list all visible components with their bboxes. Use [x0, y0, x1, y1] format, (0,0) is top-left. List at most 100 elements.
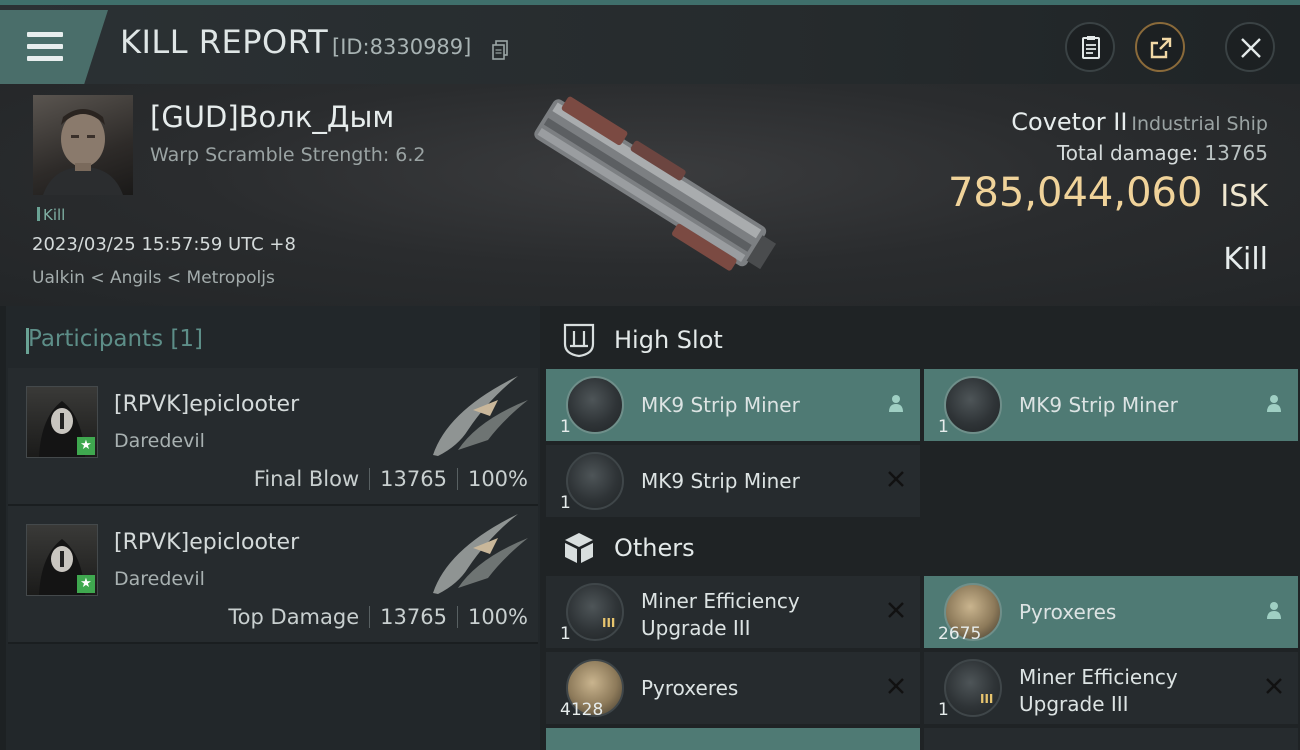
close-icon — [1241, 38, 1261, 58]
item-name: Pyroxeres — [641, 676, 739, 700]
high-slot-title: High Slot — [614, 326, 723, 354]
participant-avatar[interactable]: ★ — [26, 386, 98, 458]
victim-avatar[interactable] — [33, 95, 133, 195]
participant-name[interactable]: [RPVK]epiclooter — [114, 530, 299, 555]
item-name: MK9 Strip Miner — [641, 469, 800, 493]
participant-avatar[interactable]: ★ — [26, 524, 98, 596]
victim-name[interactable]: [GUD]Волк_Дым — [150, 100, 394, 134]
strip-miner-icon — [944, 376, 1002, 434]
report-id: [ID:8330989] — [332, 35, 472, 59]
page-title: KILL REPORT — [120, 23, 329, 61]
participant-percent: 100% — [467, 605, 528, 629]
tech-level-icon: III — [980, 692, 994, 706]
total-damage-label: Total damage: — [1056, 141, 1199, 165]
item-quantity: 1 — [938, 700, 949, 720]
participant-ship-image — [433, 514, 528, 594]
item-name: MK9 Strip Miner — [1019, 393, 1178, 417]
close-button[interactable] — [1225, 22, 1275, 72]
module-item[interactable]: 1 MK9 Strip Miner — [546, 445, 920, 517]
upgrade-module-icon — [944, 659, 1002, 717]
upgrade-module-icon — [566, 583, 624, 641]
item-name: Miner Efficiency Upgrade III — [641, 588, 800, 642]
participant-damage: 13765 — [380, 467, 447, 491]
dropped-person-icon — [1267, 602, 1281, 619]
participants-title-label: Participants [1] — [28, 326, 203, 352]
destroyed-x-icon — [888, 602, 904, 618]
strip-miner-icon — [566, 452, 624, 510]
header-bar: KILL REPORT [ID:8330989] — [0, 0, 1300, 84]
participant-stats: Top Damage 13765 100% — [228, 605, 528, 629]
item-quantity: 1 — [938, 417, 949, 437]
high-slot-icon — [563, 323, 595, 358]
isk-value: 785,044,060 ISK — [948, 170, 1268, 216]
item-name: Pyroxeres — [1019, 600, 1117, 624]
item-name: MK9 Strip Miner — [641, 393, 800, 417]
clipboard-icon — [1082, 36, 1100, 59]
ship-name[interactable]: Covetor II Industrial Ship — [1011, 108, 1268, 136]
dropped-person-icon — [889, 395, 903, 412]
participant-row[interactable]: ★ [RPVK]epiclooter Daredevil Final Blow 1… — [8, 368, 538, 506]
share-button[interactable] — [1135, 22, 1185, 72]
kill-tag-label: Kill — [43, 206, 66, 224]
item-name-line1: Miner Efficiency — [1019, 665, 1178, 689]
kill-location[interactable]: Ualkin < Angils < Metropoljs — [32, 268, 275, 288]
item-quantity: 1 — [560, 624, 571, 644]
participant-role: Top Damage — [228, 605, 360, 629]
clipboard-button[interactable] — [1065, 22, 1115, 72]
kill-datetime: 2023/03/25 15:57:59 UTC +8 — [32, 234, 296, 255]
cargo-item[interactable]: III 1 Miner Efficiency Upgrade III — [546, 576, 920, 648]
module-item[interactable]: 1 MK9 Strip Miner — [546, 369, 920, 441]
module-item[interactable]: 1 MK9 Strip Miner — [924, 369, 1298, 441]
item-name-line1: Miner Efficiency — [641, 589, 800, 613]
total-damage-value: 13765 — [1204, 141, 1268, 165]
cargo-item-partial[interactable] — [546, 728, 920, 750]
strip-miner-icon — [566, 376, 624, 434]
item-quantity: 2675 — [938, 624, 982, 644]
participant-damage: 13765 — [380, 605, 447, 629]
destroyed-x-icon — [888, 678, 904, 694]
item-quantity: 4128 — [560, 700, 604, 720]
participant-role: Final Blow — [253, 467, 360, 491]
result-label: Kill — [1223, 242, 1268, 277]
warp-scramble-strength: Warp Scramble Strength: 6.2 — [150, 144, 426, 166]
participants-title: Participants [1] — [26, 326, 203, 354]
cargo-item[interactable]: III 1 Miner Efficiency Upgrade III — [924, 652, 1298, 724]
kill-tag: Kill — [37, 206, 65, 224]
item-quantity: 1 — [560, 493, 571, 513]
share-icon — [1150, 37, 1172, 59]
destroyed-x-icon — [1266, 678, 1282, 694]
menu-button[interactable] — [0, 10, 108, 84]
destroyed-x-icon — [888, 471, 904, 487]
cargo-item-partial[interactable] — [924, 728, 1298, 750]
fitting-panel: High Slot 1 MK9 Strip Miner 1 MK9 Strip … — [540, 306, 1300, 750]
victim-summary: [GUD]Волк_Дым Warp Scramble Strength: 6.… — [0, 84, 1300, 306]
others-title: Others — [614, 534, 695, 562]
others-box-icon — [565, 533, 593, 563]
copy-icon[interactable] — [492, 40, 508, 60]
total-damage: Total damage: 13765 — [1057, 141, 1268, 165]
ship-class: Industrial Ship — [1131, 113, 1268, 135]
item-quantity: 1 — [560, 417, 571, 437]
item-name-line2: Upgrade III — [641, 616, 751, 640]
isk-amount: 785,044,060 — [947, 170, 1203, 216]
cargo-item[interactable]: 2675 Pyroxeres — [924, 576, 1298, 648]
isk-currency: ISK — [1220, 179, 1268, 214]
item-name: Miner Efficiency Upgrade III — [1019, 664, 1178, 718]
participants-panel: Participants [1] ★ [RPVK]epiclooter Dare… — [0, 306, 540, 750]
participant-percent: 100% — [467, 467, 528, 491]
participant-ship: Daredevil — [114, 568, 205, 590]
tech-level-icon: III — [602, 616, 616, 630]
dropped-person-icon — [1267, 395, 1281, 412]
ship-name-label: Covetor II — [1011, 108, 1128, 136]
item-name-line2: Upgrade III — [1019, 692, 1129, 716]
hamburger-icon — [27, 32, 63, 68]
ship-image — [534, 96, 777, 271]
participant-ship-image — [433, 376, 528, 456]
participant-name[interactable]: [RPVK]epiclooter — [114, 392, 299, 417]
participant-row[interactable]: ★ [RPVK]epiclooter Daredevil Top Damage 1… — [8, 506, 538, 644]
cargo-item[interactable]: 4128 Pyroxeres — [546, 652, 920, 724]
participant-stats: Final Blow 13765 100% — [254, 467, 528, 491]
star-icon: ★ — [77, 437, 95, 455]
star-icon: ★ — [77, 575, 95, 593]
participant-ship: Daredevil — [114, 430, 205, 452]
